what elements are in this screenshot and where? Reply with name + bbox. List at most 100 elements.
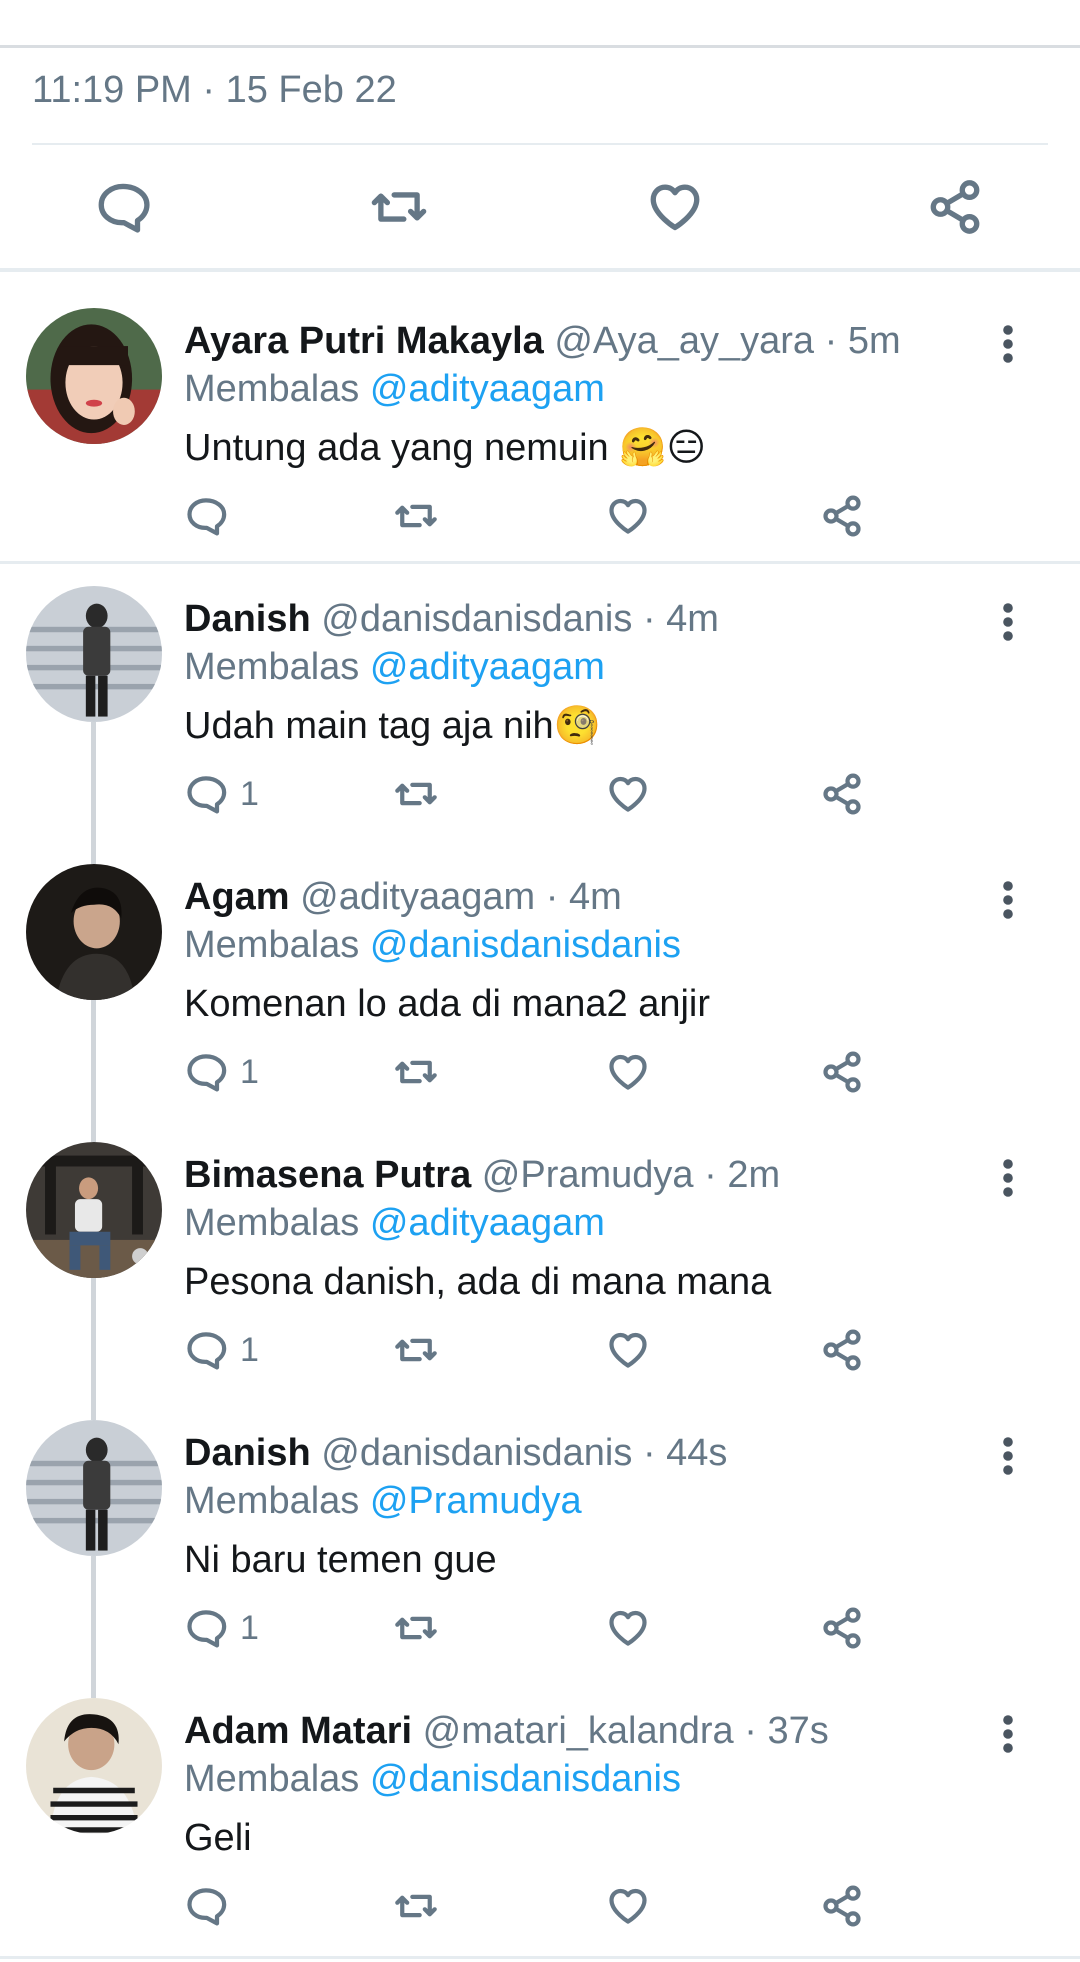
mention-link[interactable]: @danisdanisdanis bbox=[370, 924, 681, 966]
reply-tweet[interactable]: Danish @danisdanisdanis · 44s Membalas @… bbox=[0, 1404, 1080, 1682]
timestamp-divider bbox=[32, 143, 1048, 145]
reply-button[interactable]: 1 bbox=[184, 766, 259, 822]
more-options-button[interactable] bbox=[988, 594, 1028, 650]
like-button[interactable] bbox=[606, 1044, 650, 1100]
share-button[interactable] bbox=[820, 1044, 864, 1100]
avatar-man-standing bbox=[26, 586, 162, 722]
tweet-action-bar bbox=[0, 170, 1080, 244]
avatar-man-sitting bbox=[26, 1142, 162, 1278]
share-button[interactable] bbox=[820, 766, 864, 822]
reply-time: 4m bbox=[568, 876, 622, 918]
more-options-button[interactable] bbox=[988, 1150, 1028, 1206]
user-handle[interactable]: @Aya_ay_yara bbox=[554, 320, 814, 362]
more-vertical-icon bbox=[1003, 325, 1013, 363]
reply-button[interactable] bbox=[184, 488, 240, 544]
retweet-button[interactable] bbox=[394, 488, 438, 544]
mention-link[interactable]: @adityaagam bbox=[370, 1202, 605, 1244]
mention-link[interactable]: @adityaagam bbox=[370, 368, 605, 410]
avatar[interactable] bbox=[26, 1698, 162, 1834]
share-button[interactable] bbox=[820, 1322, 864, 1378]
replying-label: Membalas bbox=[184, 646, 360, 688]
avatar[interactable] bbox=[26, 1420, 162, 1556]
mention-link[interactable]: @Pramudya bbox=[370, 1480, 582, 1522]
separator-dot: · bbox=[545, 876, 559, 918]
retweet-button[interactable] bbox=[394, 1878, 438, 1934]
avatar[interactable] bbox=[26, 308, 162, 444]
reply-tweet[interactable]: Bimasena Putra @Pramudya · 2m Membalas @… bbox=[0, 1126, 1080, 1404]
more-options-button[interactable] bbox=[988, 872, 1028, 928]
avatar-man-striped bbox=[26, 1698, 162, 1834]
like-icon bbox=[650, 184, 700, 231]
like-icon bbox=[609, 776, 647, 812]
user-handle[interactable]: @danisdanisdanis bbox=[321, 1432, 632, 1474]
like-button[interactable] bbox=[606, 1878, 650, 1934]
tweet-reply-button[interactable] bbox=[86, 170, 160, 244]
separator-dot: · bbox=[642, 1432, 656, 1474]
reply-header: Agam @adityaagam · 4m bbox=[184, 874, 622, 920]
more-options-button[interactable] bbox=[988, 1706, 1028, 1762]
like-button[interactable] bbox=[606, 1322, 650, 1378]
retweet-button[interactable] bbox=[394, 1322, 438, 1378]
reply-header: Danish @danisdanisdanis · 4m bbox=[184, 596, 719, 642]
share-button[interactable] bbox=[820, 1878, 864, 1934]
user-handle[interactable]: @Pramudya bbox=[482, 1154, 694, 1196]
separator-dot: · bbox=[642, 598, 656, 640]
reply-icon bbox=[98, 183, 150, 233]
tweet-like-button[interactable] bbox=[638, 170, 712, 244]
like-button[interactable] bbox=[606, 766, 650, 822]
reply-tweet[interactable]: Danish @danisdanisdanis · 4m Membalas @a… bbox=[0, 570, 1080, 848]
retweet-icon bbox=[395, 1060, 437, 1084]
user-handle[interactable]: @matari_kalandra bbox=[423, 1710, 734, 1752]
avatar[interactable] bbox=[26, 586, 162, 722]
replying-label: Membalas bbox=[184, 1758, 360, 1800]
share-button[interactable] bbox=[820, 488, 864, 544]
display-name[interactable]: Ayara Putri Makayla bbox=[184, 320, 544, 362]
reply-text: Ni baru temen gue bbox=[184, 1539, 497, 1581]
mention-link[interactable]: @adityaagam bbox=[370, 646, 605, 688]
share-button[interactable] bbox=[820, 1600, 864, 1656]
reply-text: Geli bbox=[184, 1817, 252, 1859]
more-options-button[interactable] bbox=[988, 316, 1028, 372]
display-name[interactable]: Bimasena Putra bbox=[184, 1154, 471, 1196]
like-button[interactable] bbox=[606, 488, 650, 544]
retweet-icon bbox=[395, 1338, 437, 1362]
reply-action-bar: 1 bbox=[184, 766, 904, 822]
mention-link[interactable]: @danisdanisdanis bbox=[370, 1758, 681, 1800]
reply-action-bar bbox=[184, 488, 904, 544]
reply-divider bbox=[0, 561, 1080, 564]
display-name[interactable]: Agam bbox=[184, 876, 290, 918]
like-icon bbox=[609, 498, 647, 534]
retweet-button[interactable] bbox=[394, 1044, 438, 1100]
replying-label: Membalas bbox=[184, 368, 360, 410]
retweet-icon bbox=[395, 504, 437, 528]
reply-count: 1 bbox=[240, 1330, 259, 1369]
tweet-share-button[interactable] bbox=[918, 170, 992, 244]
reply-button[interactable]: 1 bbox=[184, 1600, 259, 1656]
tweet-retweet-button[interactable] bbox=[362, 170, 436, 244]
display-name[interactable]: Danish bbox=[184, 1432, 311, 1474]
user-handle[interactable]: @danisdanisdanis bbox=[321, 598, 632, 640]
reply-tweet[interactable]: Ayara Putri Makayla @Aya_ay_yara · 5m Me… bbox=[0, 292, 1080, 570]
display-name[interactable]: Danish bbox=[184, 598, 311, 640]
reply-tweet[interactable]: Agam @adityaagam · 4m Membalas @danisdan… bbox=[0, 848, 1080, 1126]
reply-time: 44s bbox=[666, 1432, 728, 1474]
top-divider bbox=[0, 45, 1080, 48]
display-name[interactable]: Adam Matari bbox=[184, 1710, 412, 1752]
reply-button[interactable] bbox=[184, 1878, 240, 1934]
reply-tweet[interactable]: Adam Matari @matari_kalandra · 37s Memba… bbox=[0, 1682, 1080, 1960]
like-button[interactable] bbox=[606, 1600, 650, 1656]
reply-text: Udah main tag aja nih🧐 bbox=[184, 705, 601, 747]
retweet-button[interactable] bbox=[394, 1600, 438, 1656]
user-handle[interactable]: @adityaagam bbox=[300, 876, 535, 918]
retweet-button[interactable] bbox=[394, 766, 438, 822]
reply-button[interactable]: 1 bbox=[184, 1044, 259, 1100]
avatar[interactable] bbox=[26, 1142, 162, 1278]
reply-text: Untung ada yang nemuin 🤗😑 bbox=[184, 427, 707, 469]
avatar[interactable] bbox=[26, 864, 162, 1000]
reply-button[interactable]: 1 bbox=[184, 1322, 259, 1378]
reply-icon bbox=[187, 498, 227, 536]
reply-header: Bimasena Putra @Pramudya · 2m bbox=[184, 1152, 780, 1198]
more-options-button[interactable] bbox=[988, 1428, 1028, 1484]
reply-time: 2m bbox=[727, 1154, 781, 1196]
like-icon bbox=[609, 1054, 647, 1090]
